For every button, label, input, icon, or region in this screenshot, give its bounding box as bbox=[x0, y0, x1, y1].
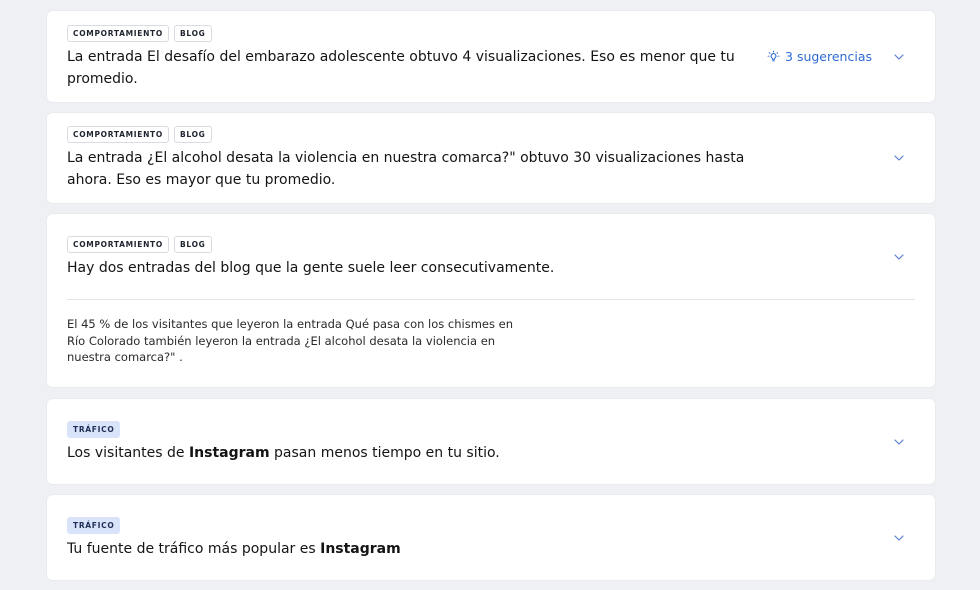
insight-title: La entrada ¿El alcohol desata la violenc… bbox=[67, 150, 745, 188]
chevron-down-icon[interactable] bbox=[894, 533, 904, 543]
title-text: Tu fuente de tráfico más popular es bbox=[67, 541, 321, 557]
tag-group: COMPORTAMIENTO BLOG bbox=[67, 126, 212, 143]
tag-group: TRÁFICO bbox=[67, 421, 121, 438]
category-tag: BLOG bbox=[173, 236, 212, 253]
insight-card[interactable]: TRÁFICO Los visitantes de Instagram pasa… bbox=[47, 399, 935, 484]
traffic-tag: TRÁFICO bbox=[67, 421, 121, 438]
insight-card[interactable]: COMPORTAMIENTO BLOG La entrada El desafí… bbox=[47, 11, 935, 102]
traffic-tag: TRÁFICO bbox=[67, 517, 121, 534]
insight-card-expanded[interactable]: COMPORTAMIENTO BLOG Hay dos entradas del… bbox=[47, 214, 935, 387]
category-tag: BLOG bbox=[173, 25, 212, 42]
insight-card[interactable]: COMPORTAMIENTO BLOG La entrada ¿El alcoh… bbox=[47, 113, 935, 203]
chevron-down-icon[interactable] bbox=[894, 437, 904, 447]
insight-detail: El 45 % de los visitantes que leyeron la… bbox=[67, 317, 514, 364]
category-tag: COMPORTAMIENTO bbox=[67, 236, 169, 253]
insight-title: Los visitantes de Instagram pasan menos … bbox=[67, 442, 747, 464]
divider bbox=[67, 299, 915, 300]
category-tag: BLOG bbox=[173, 126, 212, 143]
title-text: Los visitantes de bbox=[67, 445, 189, 461]
title-highlight: Instagram bbox=[188, 445, 270, 461]
title-highlight: Instagram bbox=[320, 541, 401, 557]
category-tag: COMPORTAMIENTO bbox=[67, 126, 169, 143]
chevron-down-icon[interactable] bbox=[894, 52, 904, 62]
tag-group: TRÁFICO bbox=[67, 517, 121, 534]
chevron-down-icon[interactable] bbox=[894, 252, 904, 262]
title-text: pasan menos tiempo en tu sitio. bbox=[269, 445, 500, 461]
suggestions-link[interactable]: 3 sugerencias bbox=[767, 49, 872, 64]
insight-title: Hay dos entradas del blog que la gente s… bbox=[67, 260, 555, 276]
tag-group: COMPORTAMIENTO BLOG bbox=[67, 236, 212, 253]
suggestions-label[interactable]: 3 sugerencias bbox=[785, 49, 872, 64]
lightbulb-icon bbox=[767, 50, 780, 62]
tag-group: COMPORTAMIENTO BLOG bbox=[67, 25, 212, 42]
insight-title: Tu fuente de tráfico más popular es Inst… bbox=[67, 538, 747, 560]
insight-card[interactable]: TRÁFICO Tu fuente de tráfico más popular… bbox=[47, 495, 935, 580]
insight-title: La entrada El desafío del embarazo adole… bbox=[67, 49, 735, 87]
chevron-down-icon[interactable] bbox=[894, 153, 904, 163]
category-tag: COMPORTAMIENTO bbox=[67, 25, 169, 42]
